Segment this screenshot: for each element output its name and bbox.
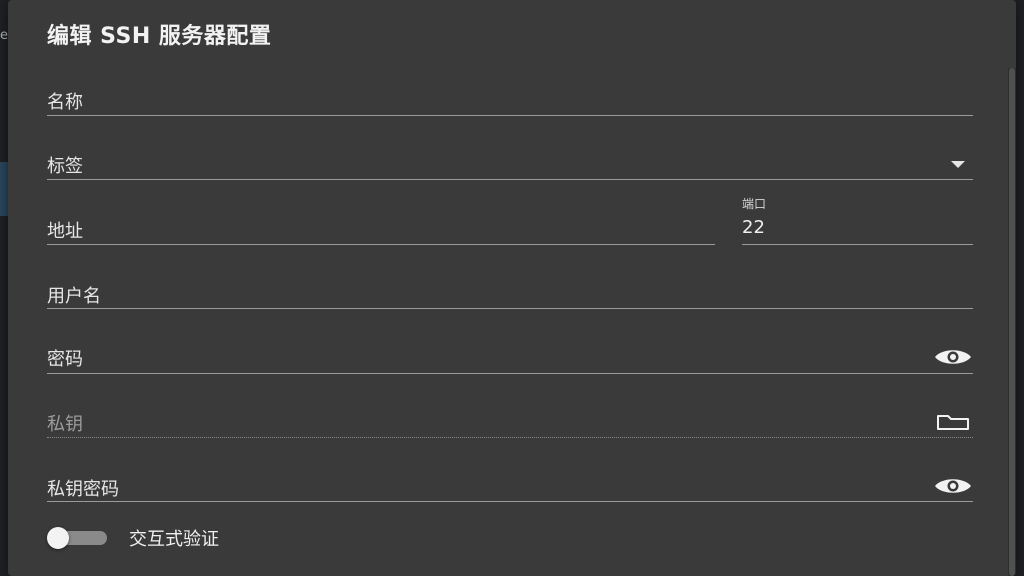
backdrop-edge-text: e (0, 28, 8, 43)
port-value: 22 (742, 217, 765, 238)
address-label: 地址 (47, 221, 83, 242)
username-label: 用户名 (47, 286, 101, 307)
interactive-auth-row: 交互式验证 (47, 524, 219, 552)
eye-icon[interactable] (933, 474, 973, 498)
edit-ssh-server-dialog: 编辑 SSH 服务器配置 名称 标签 地址 端口 22 用户名 密码 私钥 私钥… (8, 0, 1016, 576)
password-field[interactable]: 密码 (47, 339, 973, 374)
dialog-scrollbar[interactable] (1008, 68, 1016, 576)
toggle-thumb (47, 527, 69, 549)
dropdown-arrow-icon[interactable] (943, 155, 973, 175)
port-label: 端口 (742, 197, 767, 211)
eye-icon[interactable] (933, 345, 973, 369)
passphrase-label: 私钥密码 (47, 479, 119, 500)
folder-icon[interactable] (933, 411, 973, 433)
username-field[interactable]: 用户名 (47, 275, 973, 309)
password-label: 密码 (47, 349, 83, 370)
name-field[interactable]: 名称 (47, 80, 973, 116)
name-label: 名称 (47, 92, 83, 113)
port-field[interactable]: 端口 22 (742, 194, 973, 245)
private-key-field[interactable]: 私钥 (47, 403, 973, 438)
interactive-auth-label: 交互式验证 (129, 529, 219, 550)
tags-select[interactable]: 标签 (47, 145, 973, 180)
tags-label: 标签 (47, 156, 83, 177)
backdrop-selection-band (0, 162, 8, 216)
interactive-auth-toggle[interactable] (47, 526, 107, 550)
address-field[interactable]: 地址 (47, 210, 715, 245)
passphrase-field[interactable]: 私钥密码 (47, 468, 973, 502)
scrollbar-thumb[interactable] (1009, 68, 1015, 576)
dialog-title: 编辑 SSH 服务器配置 (47, 24, 272, 49)
private-key-label: 私钥 (47, 414, 83, 435)
